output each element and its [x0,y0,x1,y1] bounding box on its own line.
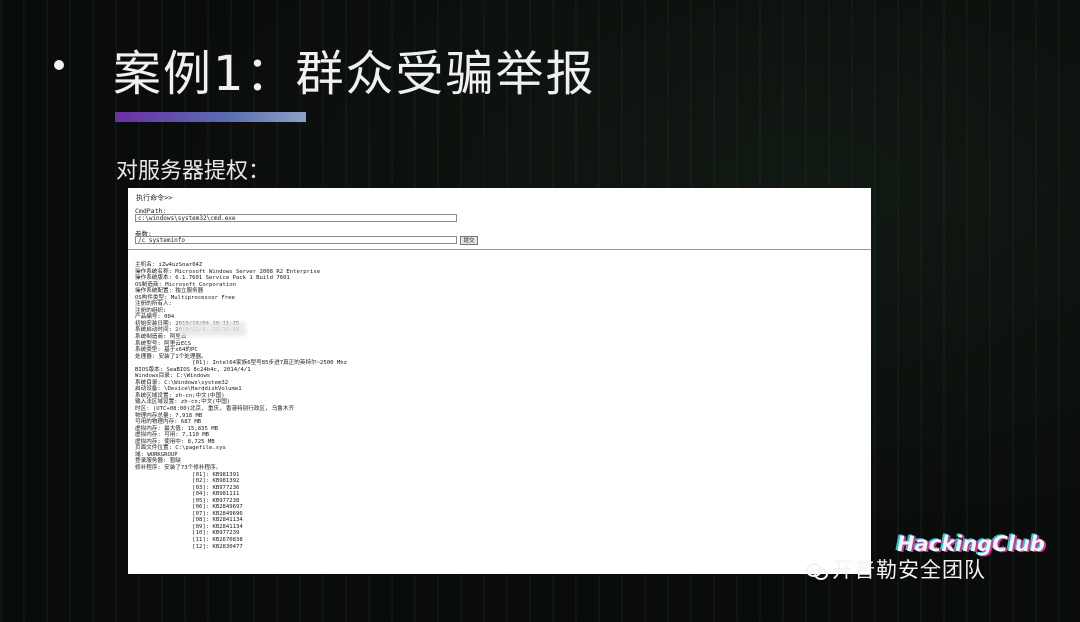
webshell-screenshot: 执行命令>> CmdPath: c:\windows\system32\cmd.… [128,188,871,574]
output-divider [128,249,871,250]
redacted-region [178,322,246,336]
watermark-text: 开普勒安全团队 [832,558,986,582]
bullet-point [54,60,64,70]
execute-command-header: 执行命令>> [136,194,173,202]
output-line: [12]: KB2830477 [135,543,243,550]
systeminfo-output: 主机名: iZw4uzSnar04Z 操作系统名称: Microsoft Wind… [135,262,865,550]
wechat-watermark: 开普勒安全团队 [806,554,986,584]
title-accent-bar [115,112,306,122]
wechat-icon [806,563,828,580]
submit-button[interactable]: 提交 [460,236,478,245]
cmd-path-input[interactable]: c:\windows\system32\cmd.exe [135,214,457,222]
hackingclub-logo: HackingClub [897,532,1045,556]
slide-title: 案例1：群众受骗举报 [113,46,596,102]
params-input[interactable]: /c systeminfo [135,236,457,244]
slide-subtitle: 对服务器提权： [116,159,271,184]
